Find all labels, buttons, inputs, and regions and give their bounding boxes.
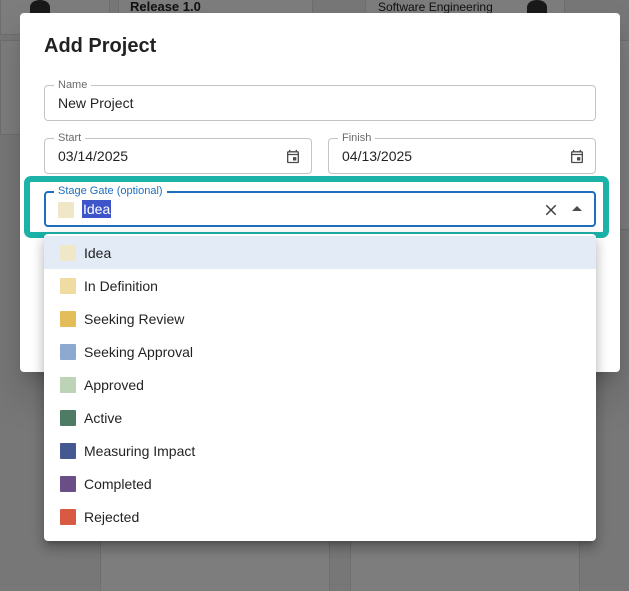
clear-icon[interactable] [542,201,560,219]
stage-color-swatch [60,508,76,525]
name-field[interactable]: Name New Project [44,79,596,121]
name-value[interactable]: New Project [58,95,133,111]
option-rejected[interactable]: Rejected [44,500,596,533]
finish-date-field[interactable]: Finish 04/13/2025 [328,132,596,174]
stage-gate-input[interactable]: Idea [82,200,112,218]
name-label: Name [54,79,92,91]
stage-color-swatch [60,442,76,459]
option-in-definition[interactable]: In Definition [44,269,596,302]
dialog-title: Add Project [44,35,157,57]
stage-color-swatch [58,202,74,218]
stage-color-swatch [60,409,76,426]
option-measuring-impact[interactable]: Measuring Impact [44,434,596,467]
option-completed[interactable]: Completed [44,467,596,500]
option-label: In Definition [84,277,158,294]
finish-label: Finish [338,132,376,144]
option-label: Active [84,409,123,426]
start-label: Start [54,132,86,144]
stage-gate-options-list: Idea In Definition Seeking Review Seekin… [44,234,596,541]
chevron-up-icon[interactable] [572,206,582,211]
start-date-field[interactable]: Start 03/14/2025 [44,132,312,174]
stage-color-swatch [60,310,76,327]
option-seeking-review[interactable]: Seeking Review [44,302,596,335]
start-value[interactable]: 03/14/2025 [58,148,128,164]
stage-color-swatch [60,277,76,294]
option-approved[interactable]: Approved [44,368,596,401]
stage-gate-field[interactable]: Stage Gate (optional) Idea [44,185,596,227]
stage-color-swatch [60,475,76,492]
calendar-icon[interactable] [569,148,585,165]
stage-gate-label: Stage Gate (optional) [54,185,167,197]
option-label: Seeking Approval [84,343,193,360]
option-label: Seeking Review [84,310,185,327]
option-label: Completed [84,475,152,492]
finish-value[interactable]: 04/13/2025 [342,148,412,164]
option-active[interactable]: Active [44,401,596,434]
option-label: Rejected [84,508,140,525]
option-seeking-approval[interactable]: Seeking Approval [44,335,596,368]
stage-color-swatch [60,376,76,393]
stage-color-swatch [60,244,76,261]
stage-color-swatch [60,343,76,360]
option-idea[interactable]: Idea [44,236,596,269]
option-label: Idea [84,244,112,261]
calendar-icon[interactable] [285,148,301,165]
option-label: Measuring Impact [84,442,196,459]
option-label: Approved [84,376,144,393]
